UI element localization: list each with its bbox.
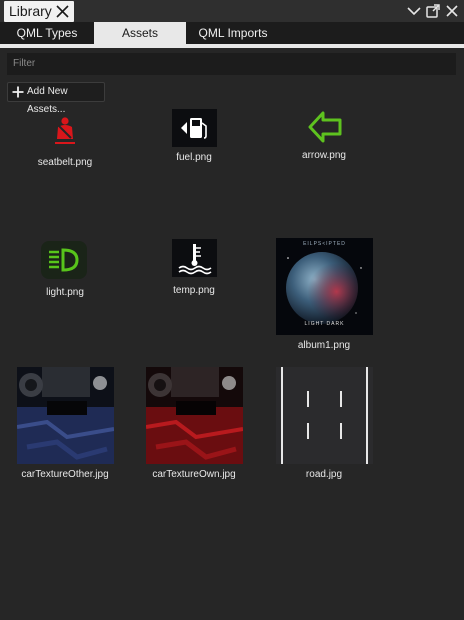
plus-icon xyxy=(12,86,24,98)
add-new-assets-button[interactable]: Add New Assets... xyxy=(7,82,105,115)
asset-label: album1.png xyxy=(297,340,351,351)
album-subtitle-text: LIGHT DARK xyxy=(304,321,345,327)
asset-label: light.png xyxy=(46,287,84,298)
temperature-icon xyxy=(172,239,217,277)
filter-input[interactable]: Filter xyxy=(7,53,456,75)
asset-label: seatbelt.png xyxy=(37,157,93,168)
add-new-assets-label: Add New Assets... xyxy=(27,86,68,115)
tab-bar: QML Types Assets QML Imports xyxy=(0,22,464,44)
undock-icon[interactable] xyxy=(425,3,441,19)
tab-assets[interactable]: Assets xyxy=(94,22,186,44)
asset-label: arrow.png xyxy=(302,150,346,161)
seatbelt-warning-icon xyxy=(55,117,75,144)
arrow-left-icon xyxy=(308,111,342,143)
asset-label: carTextureOther.jpg xyxy=(21,469,109,480)
title-bar: Library xyxy=(0,0,464,22)
close-icon[interactable] xyxy=(56,5,69,18)
tab-qml-imports[interactable]: QML Imports xyxy=(186,22,280,44)
asset-label: fuel.png xyxy=(176,152,212,163)
library-title: Library xyxy=(9,3,52,19)
asset-label: road.jpg xyxy=(305,469,343,480)
tab-qml-types[interactable]: QML Types xyxy=(0,22,94,44)
asset-label: temp.png xyxy=(173,285,215,296)
asset-label: carTextureOwn.jpg xyxy=(152,469,236,480)
library-title-tab[interactable]: Library xyxy=(4,1,74,22)
fuel-icon xyxy=(172,109,217,147)
headlight-icon xyxy=(41,241,87,279)
car-texture-blue-image xyxy=(17,367,114,464)
album-title-text: EILPS<IPTED xyxy=(303,241,346,247)
close-panel-icon[interactable] xyxy=(444,3,460,19)
road-texture-image xyxy=(276,367,373,464)
tab-underline xyxy=(0,44,464,48)
chevron-down-icon[interactable] xyxy=(406,3,422,19)
car-texture-red-image xyxy=(146,367,243,464)
